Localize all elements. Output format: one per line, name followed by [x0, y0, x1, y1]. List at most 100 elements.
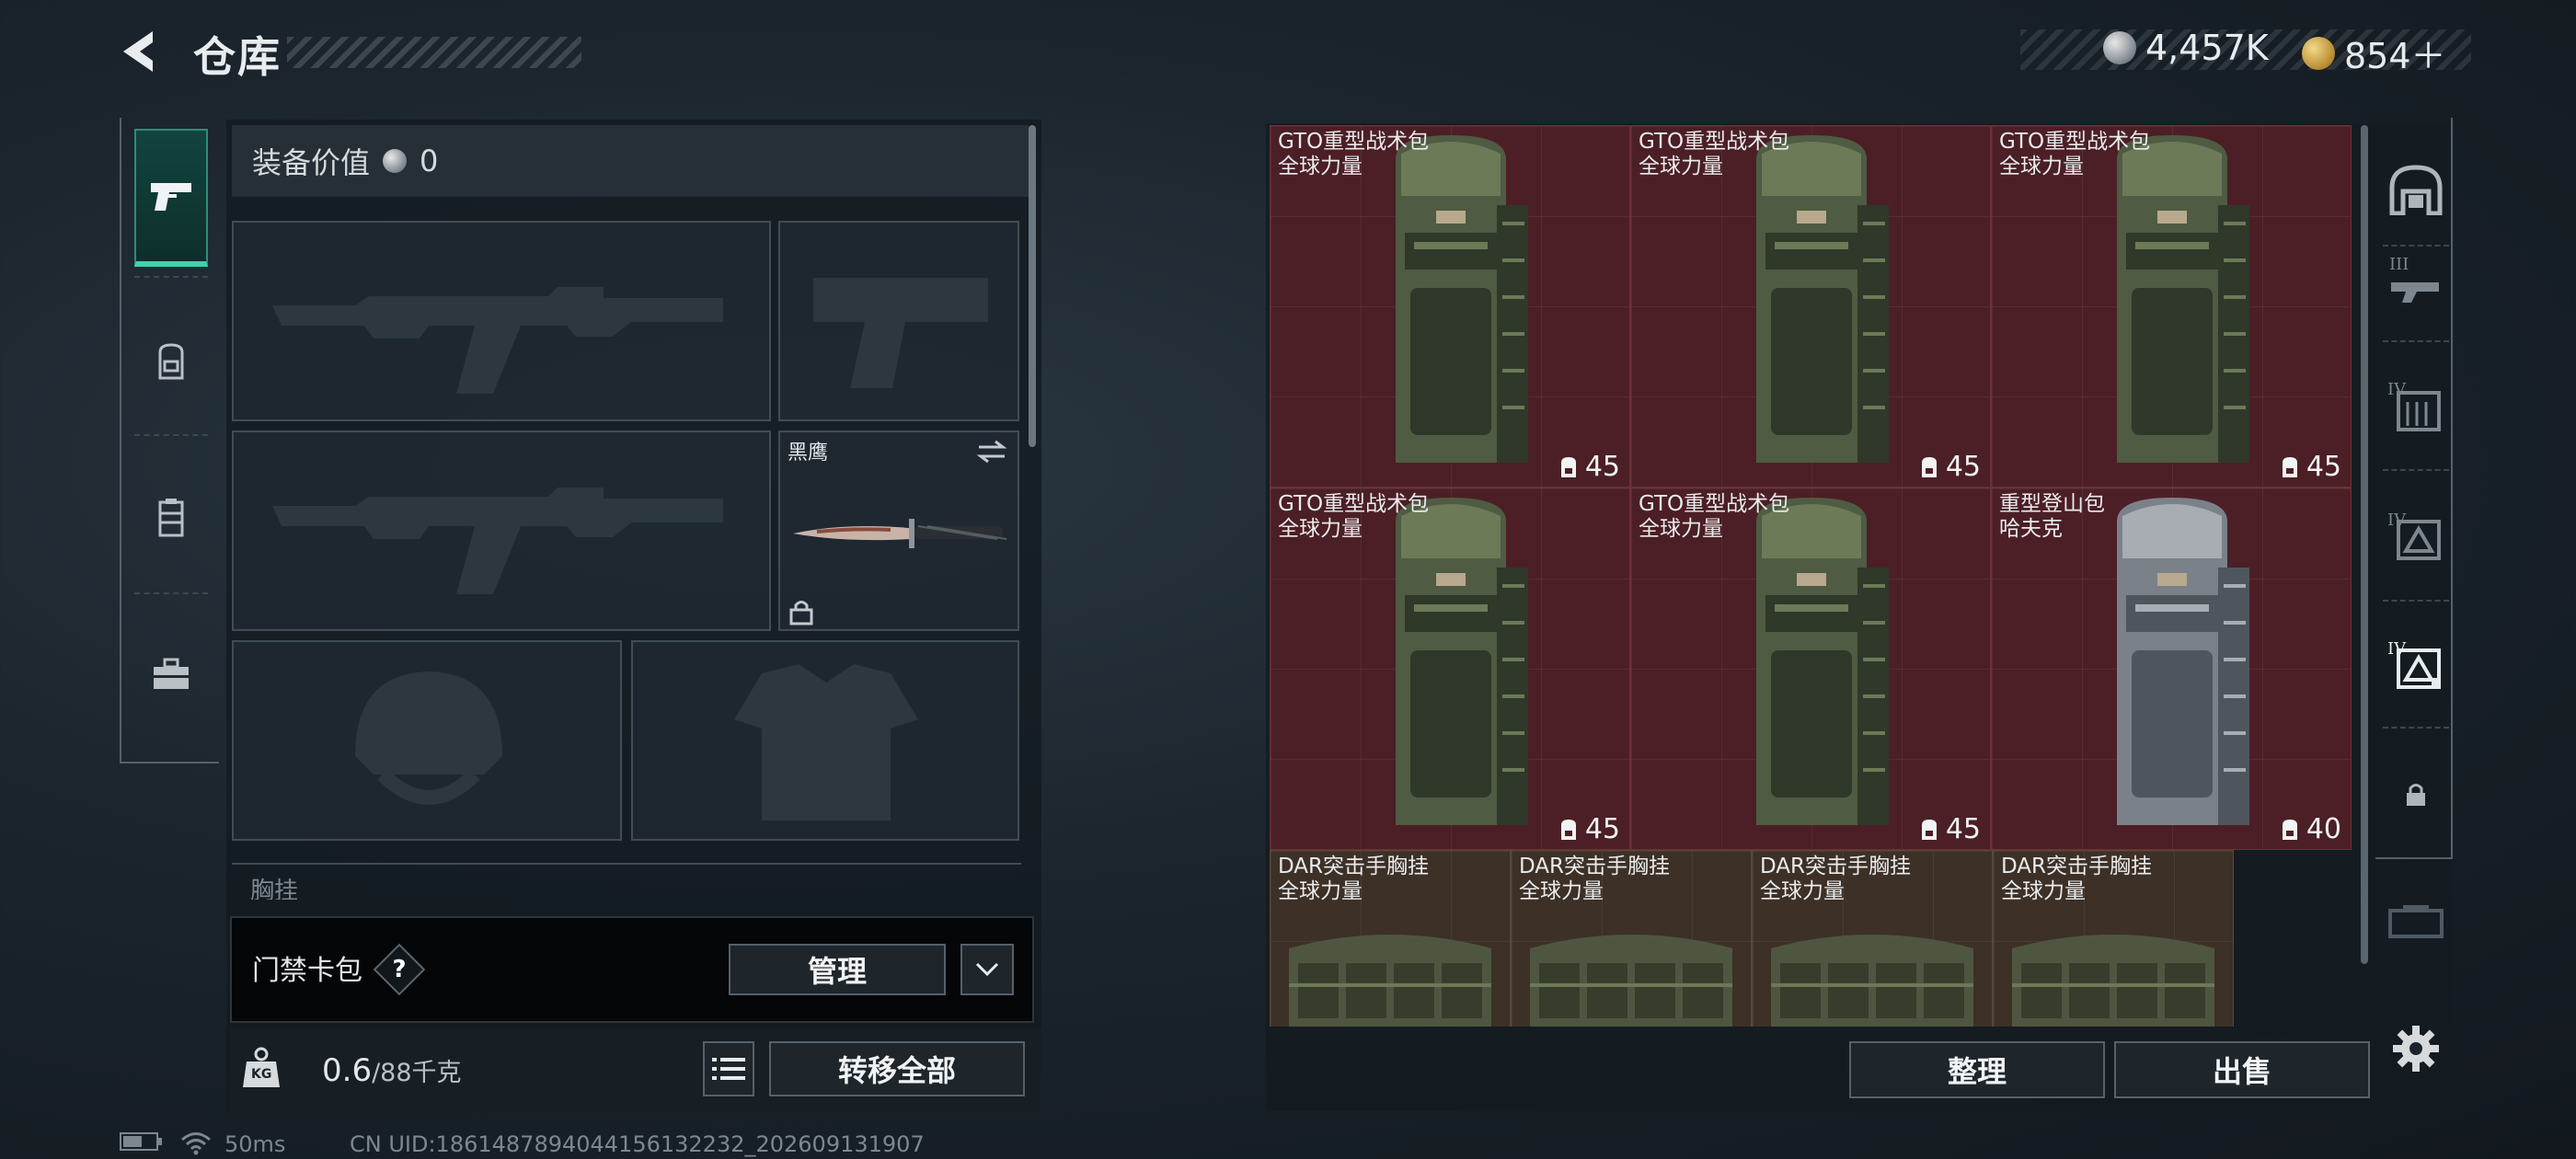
- item-title: GTO重型战术包: [1639, 492, 1790, 516]
- swap-icon[interactable]: [975, 438, 1008, 465]
- backpack-icon: [1756, 135, 1889, 463]
- storage-tab-tier-2[interactable]: IV: [2383, 372, 2449, 438]
- item-capacity: 45: [1918, 451, 1981, 483]
- storage-tab-extra[interactable]: [2383, 889, 2449, 955]
- storage-item[interactable]: DAR突击手胸挂 全球力量: [1270, 850, 1511, 1027]
- backpack-icon: [1756, 498, 1889, 825]
- item-brand: 全球力量: [1639, 155, 1723, 178]
- storage-item[interactable]: GTO重型战术包 全球力量 45: [1991, 125, 2352, 488]
- storage-item[interactable]: GTO重型战术包 全球力量 45: [1630, 488, 1991, 850]
- storage-tab-tier-1[interactable]: III: [2383, 247, 2449, 313]
- storage-tab-tier-3[interactable]: IV: [2383, 502, 2449, 568]
- locked-tab: [2383, 762, 2449, 828]
- storage-tab-tier-4-active[interactable]: IV: [2383, 631, 2449, 697]
- gold-coin-icon: [2302, 36, 2335, 70]
- item-brand: 全球力量: [1519, 879, 1604, 903]
- melee-name: 黑鹰: [788, 442, 829, 465]
- chest-rig-icon: [1530, 935, 1732, 1027]
- storage-tab-all[interactable]: [2383, 156, 2449, 223]
- help-symbol: ?: [392, 956, 407, 983]
- tab-chest-rigs[interactable]: [134, 449, 208, 587]
- storage-scrollbar[interactable]: [2361, 125, 2368, 964]
- secondary-weapon-slot[interactable]: [232, 430, 771, 631]
- chevron-down-icon: [975, 962, 999, 977]
- item-title: GTO重型战术包: [1639, 130, 1790, 154]
- item-brand: 哈夫克: [1999, 517, 2063, 541]
- sort-button[interactable]: 整理: [1849, 1041, 2105, 1098]
- item-title: 重型登山包: [1999, 492, 2105, 516]
- tab-backpacks[interactable]: [134, 293, 208, 430]
- item-title: GTO重型战术包: [1999, 130, 2151, 154]
- silver-coin-icon: [2103, 31, 2136, 64]
- backpack-icon: [158, 343, 184, 380]
- backpack-icon: [1396, 135, 1528, 463]
- capacity-value: 45: [2306, 451, 2341, 483]
- helmet-silhouette-icon: [355, 671, 502, 805]
- list-view-button[interactable]: [703, 1041, 754, 1096]
- capacity-backpack-icon: [2282, 819, 2297, 840]
- helmet-slot[interactable]: [232, 640, 622, 841]
- rifle-silhouette-icon: [272, 287, 723, 394]
- item-name: GTO重型战术包 全球力量: [1278, 492, 1429, 542]
- gear-icon: [2393, 1026, 2439, 1072]
- chest-rig-row[interactable]: 胸挂: [232, 863, 1021, 900]
- item-brand: 全球力量: [1278, 155, 1363, 178]
- tab-tools[interactable]: [134, 605, 208, 743]
- title-decoration: [287, 37, 581, 68]
- battery-icon: [120, 1131, 164, 1157]
- storage-tab-rail: [2375, 118, 2453, 859]
- item-name: GTO重型战术包 全球力量: [1639, 492, 1789, 542]
- settings-button[interactable]: [2383, 1016, 2449, 1082]
- item-image: [1359, 494, 1543, 849]
- equipment-value-label: 装备价值: [252, 145, 371, 180]
- primary-weapon-slot[interactable]: [232, 221, 771, 421]
- lock-icon: [2407, 784, 2425, 806]
- tier-label: III: [2389, 255, 2409, 274]
- back-button[interactable]: [118, 28, 166, 75]
- manage-button[interactable]: 管理: [729, 944, 946, 995]
- tier-label: IV: [2387, 380, 2407, 399]
- loadout-scrollbar[interactable]: [1029, 125, 1036, 447]
- tier-backpack-icon: IV: [2387, 639, 2441, 689]
- storage-item[interactable]: GTO重型战术包 全球力量 45: [1270, 125, 1630, 488]
- keycard-pack-label: 门禁卡包: [252, 955, 362, 987]
- tier-label: IV: [2387, 639, 2407, 659]
- armor-silhouette-icon: [734, 664, 918, 820]
- capacity-value: 45: [1945, 813, 1981, 845]
- storage-item[interactable]: GTO重型战术包 全球力量 45: [1270, 488, 1630, 850]
- storage-item[interactable]: DAR突击手胸挂 全球力量: [1993, 850, 2234, 1027]
- tab-weapons[interactable]: [134, 129, 208, 267]
- body-armor-slot[interactable]: [631, 640, 1019, 841]
- sell-button[interactable]: 出售: [2114, 1041, 2370, 1098]
- item-title: GTO重型战术包: [1278, 130, 1430, 154]
- tier-rifle-icon: III: [2389, 255, 2439, 303]
- silver-currency[interactable]: 4,457K: [2103, 28, 2269, 68]
- storage-item[interactable]: 重型登山包 哈夫克 40: [1991, 488, 2352, 850]
- weight-icon: KG: [241, 1047, 282, 1089]
- transfer-all-button[interactable]: 转移全部: [769, 1041, 1025, 1096]
- gold-currency[interactable]: 854＋: [2302, 28, 2446, 78]
- item-title: GTO重型战术包: [1278, 492, 1430, 516]
- toolbox-icon: [154, 658, 189, 689]
- tier-label: IV: [2387, 511, 2407, 530]
- item-image: [2080, 132, 2264, 487]
- pistol-slot[interactable]: [778, 221, 1019, 421]
- storage-item[interactable]: DAR突击手胸挂 全球力量: [1511, 850, 1752, 1027]
- storage-item[interactable]: GTO重型战术包 全球力量 45: [1630, 125, 1991, 488]
- equipment-value-amount: 0: [420, 143, 439, 178]
- expand-dropdown-button[interactable]: [960, 944, 1014, 995]
- item-title: DAR突击手胸挂: [1278, 855, 1430, 878]
- item-name: DAR突击手胸挂 全球力量: [2001, 855, 2152, 904]
- weight-readout: 0.6/88千克: [322, 1052, 462, 1089]
- item-title: DAR突击手胸挂: [2001, 855, 2153, 878]
- weight-icon-text: KG: [251, 1067, 272, 1082]
- uid-text: CN UID:1861487894044156132232_2026091319…: [350, 1131, 925, 1157]
- storage-item[interactable]: DAR突击手胸挂 全球力量: [1752, 850, 1993, 1027]
- transfer-all-label: 转移全部: [837, 1053, 956, 1088]
- item-name: DAR突击手胸挂 全球力量: [1760, 855, 1911, 904]
- item-capacity: 45: [1558, 451, 1620, 483]
- item-brand: 全球力量: [2001, 879, 2086, 903]
- capacity-backpack-icon: [1921, 456, 1937, 477]
- melee-slot[interactable]: 黑鹰: [778, 430, 1019, 631]
- capacity-backpack-icon: [1921, 819, 1937, 840]
